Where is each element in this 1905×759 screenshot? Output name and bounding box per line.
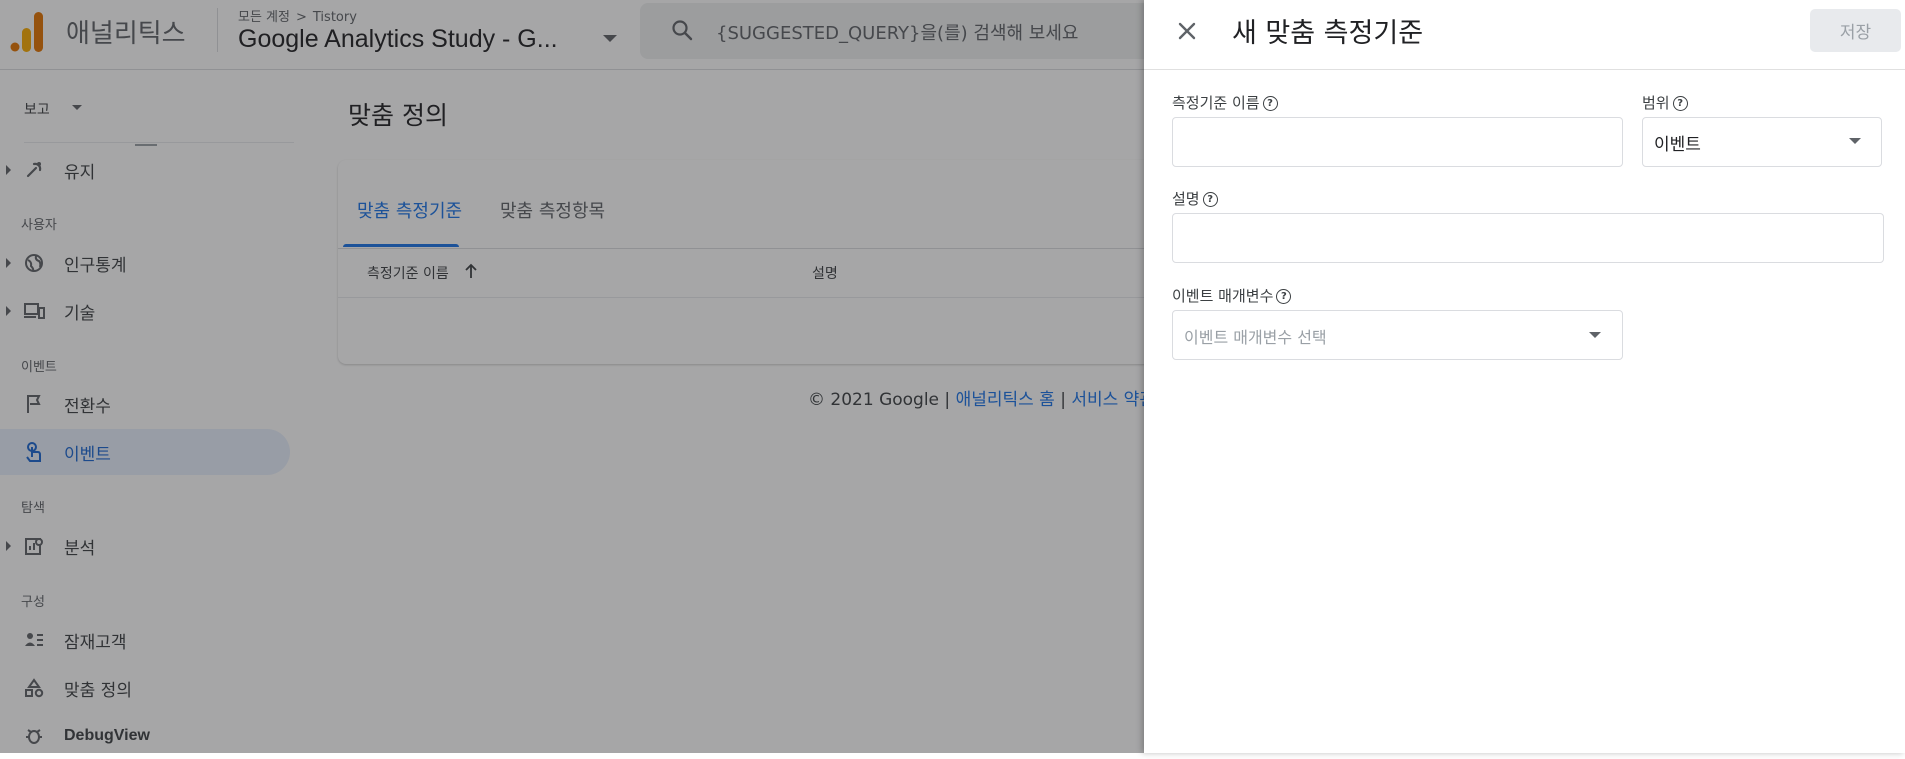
panel-header-divider [1144,69,1905,70]
dimension-name-label-text: 측정기준 이름 [1172,94,1260,112]
scope-select-value: 이벤트 [1654,135,1701,155]
help-icon[interactable]: ? [1202,192,1218,207]
chevron-down-icon [1589,332,1601,338]
close-icon[interactable] [1174,18,1200,44]
help-icon[interactable]: ? [1262,96,1278,111]
event-parameter-placeholder: 이벤트 매개변수 선택 [1184,328,1327,347]
description-label: 설명? [1172,188,1218,209]
dimension-name-input[interactable] [1172,117,1623,167]
scope-label: 범위? [1642,92,1688,113]
description-label-text: 설명 [1172,190,1200,208]
help-icon[interactable]: ? [1276,289,1292,304]
description-input[interactable] [1172,213,1884,263]
help-icon[interactable]: ? [1672,96,1688,111]
event-parameter-label: 이벤트 매개변수? [1172,285,1292,306]
dimension-name-label: 측정기준 이름? [1172,92,1278,113]
event-parameter-label-text: 이벤트 매개변수 [1172,287,1274,305]
modal-scrim[interactable] [0,0,1144,753]
panel-title: 새 맞춤 측정기준 [1232,18,1424,49]
scope-label-text: 범위 [1642,94,1670,112]
save-button[interactable]: 저장 [1810,9,1901,52]
chevron-down-icon [1849,138,1861,144]
